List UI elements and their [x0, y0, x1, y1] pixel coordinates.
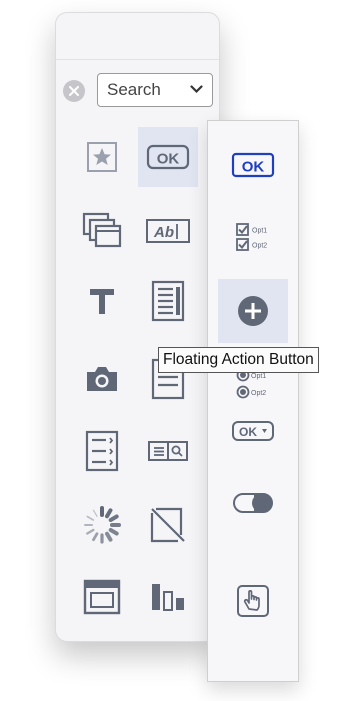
bar-graph-icon — [152, 584, 184, 611]
svg-text:Opt2: Opt2 — [252, 243, 267, 250]
search-select-value: Search — [107, 80, 161, 99]
palette-item-camera[interactable] — [72, 349, 132, 409]
ok-button-icon: OK — [231, 152, 275, 178]
button-icon: OK — [146, 144, 190, 170]
dropdown-button-icon: OK — [232, 421, 274, 441]
submenu-item-checkbox-group[interactable]: Opt1 Opt2 — [218, 205, 288, 269]
checklist-icon — [85, 430, 119, 472]
svg-text:OK: OK — [157, 151, 180, 168]
palette-item-bar-graph[interactable] — [138, 567, 198, 627]
palette-item-label[interactable] — [72, 271, 132, 331]
submenu-item-button[interactable]: OK — [218, 133, 288, 197]
svg-text:Ab: Ab — [153, 224, 174, 241]
svg-text:Opt1: Opt1 — [251, 373, 266, 380]
palette-item-rating[interactable] — [72, 127, 132, 187]
toggle-switch-icon — [233, 493, 273, 513]
chevron-down-icon — [190, 85, 203, 94]
tap-gesture-icon — [237, 585, 269, 617]
palette-item-spinner[interactable] — [72, 495, 132, 555]
form-list-icon — [151, 280, 185, 322]
camera-icon — [87, 367, 117, 391]
search-field-icon — [148, 441, 188, 461]
floating-action-button-icon — [238, 296, 268, 326]
palette-item-window[interactable] — [72, 567, 132, 627]
spinner-icon — [84, 506, 121, 544]
search-select[interactable]: Search — [97, 73, 213, 107]
clear-search-icon[interactable] — [63, 80, 85, 102]
palette-header — [56, 13, 219, 60]
submenu-item-floating-action-button[interactable] — [218, 279, 288, 343]
search-row: Search — [63, 73, 213, 107]
palette-item-form-list[interactable] — [138, 271, 198, 331]
svg-text:Opt1: Opt1 — [252, 228, 267, 235]
submenu-panel: OK Opt1 Opt2 Opt1 Opt2 OK — [207, 120, 299, 682]
palette-item-stacked-windows[interactable] — [72, 201, 132, 261]
submenu-item-toggle-switch[interactable] — [218, 471, 288, 535]
palette-item-checklist[interactable] — [72, 421, 132, 481]
text-field-icon: Ab — [146, 219, 190, 243]
palette-item-button[interactable]: OK — [138, 127, 198, 187]
rating-icon — [87, 142, 117, 172]
palette-item-search-field[interactable] — [138, 421, 198, 481]
submenu-item-tap-gesture[interactable] — [218, 569, 288, 633]
svg-text:OK: OK — [239, 425, 257, 439]
palette-item-text-field[interactable]: Ab — [138, 201, 198, 261]
window-icon — [83, 579, 121, 615]
checkbox-group-icon: Opt1 Opt2 — [236, 223, 267, 251]
svg-text:Opt2: Opt2 — [251, 390, 266, 397]
svg-text:OK: OK — [242, 159, 265, 176]
tooltip: Floating Action Button — [158, 347, 319, 373]
image-placeholder-icon — [150, 507, 185, 543]
palette-item-image-placeholder[interactable] — [138, 495, 198, 555]
label-text-icon — [90, 289, 114, 314]
component-palette: Search OK Ab — [55, 12, 220, 642]
stacked-windows-icon — [82, 212, 122, 248]
submenu-item-dropdown-button[interactable]: OK — [218, 399, 288, 463]
